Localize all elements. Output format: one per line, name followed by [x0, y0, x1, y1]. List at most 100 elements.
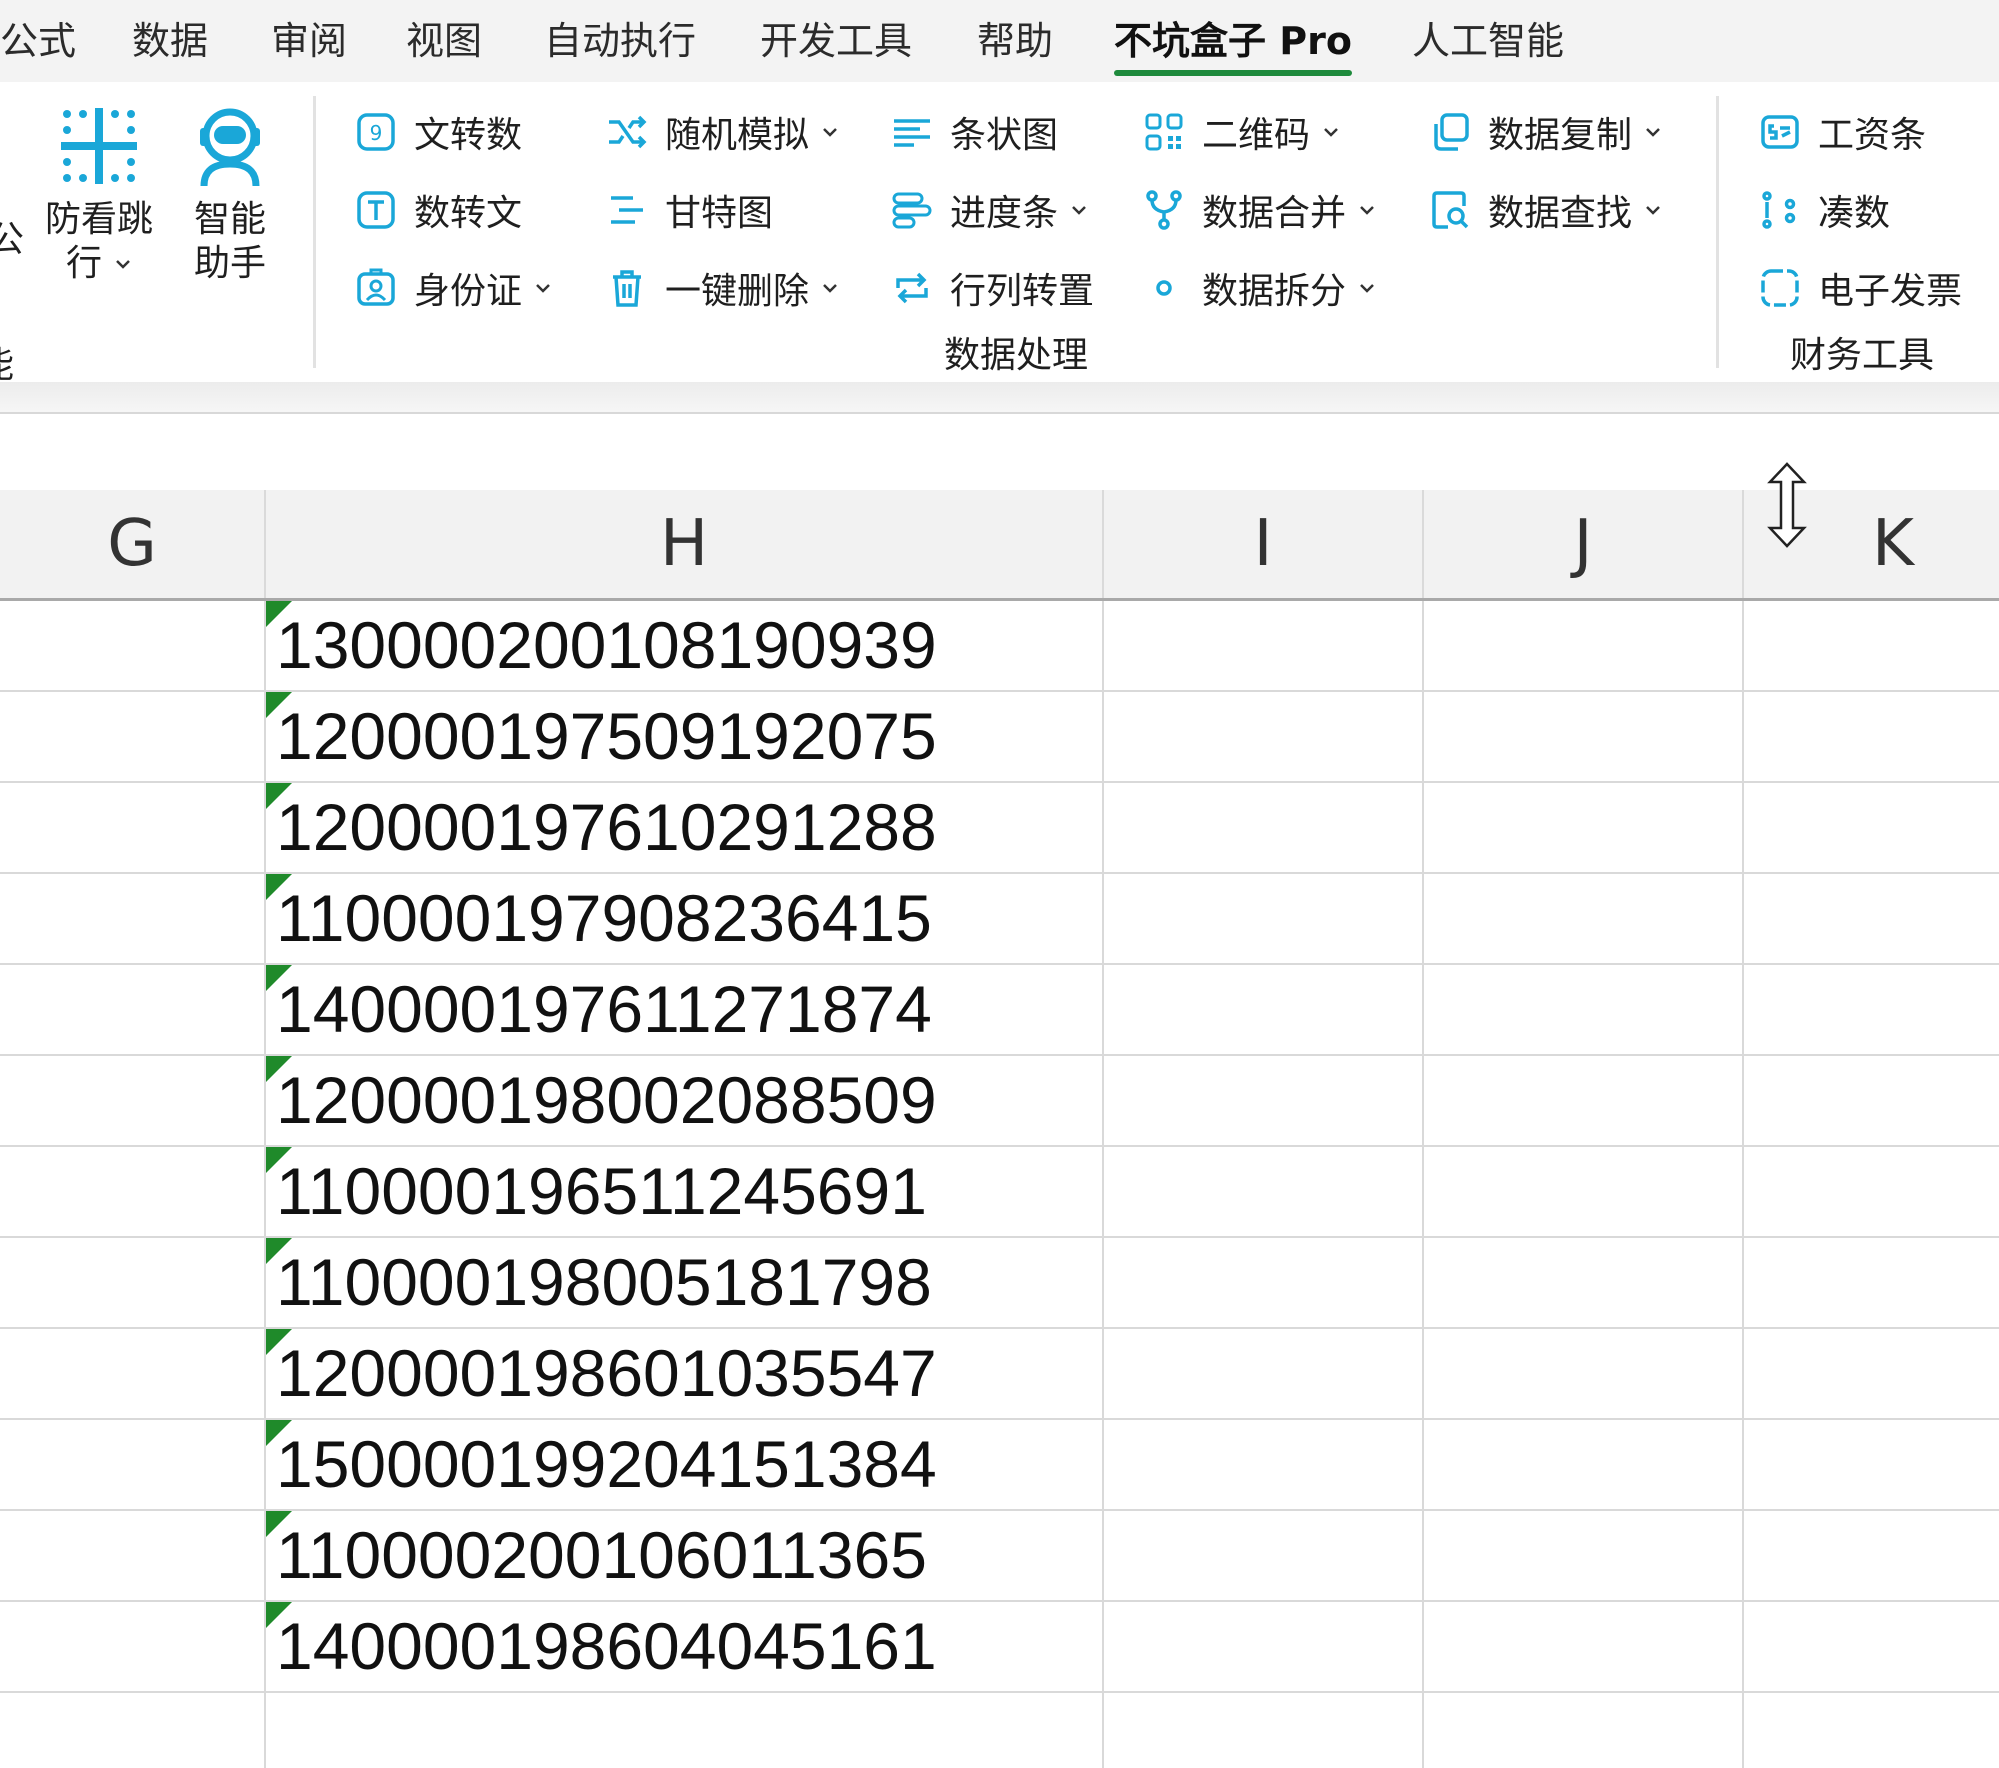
cell-k[interactable]: [1744, 1420, 1999, 1509]
cell-j[interactable]: [1424, 783, 1744, 872]
cell-h[interactable]: 110000196511245691: [266, 1147, 1104, 1236]
cell-j[interactable]: [1424, 1602, 1744, 1691]
data-lookup-button[interactable]: 数据查找: [1428, 182, 1662, 238]
cell-g[interactable]: [0, 1511, 266, 1600]
column-header-j[interactable]: J: [1424, 490, 1744, 598]
column-header-g[interactable]: G: [0, 490, 266, 598]
cell-h[interactable]: 110000197908236415: [266, 874, 1104, 963]
cell-j[interactable]: [1424, 874, 1744, 963]
id-card-button[interactable]: 身份证: [354, 260, 552, 316]
cell-g[interactable]: [0, 692, 266, 781]
tab-view[interactable]: 视图: [406, 14, 482, 68]
cell-j[interactable]: [1424, 965, 1744, 1054]
cell-i[interactable]: [1104, 692, 1424, 781]
cell-h[interactable]: 110000198005181798: [266, 1238, 1104, 1327]
data-merge-button[interactable]: 数据合并: [1142, 182, 1376, 238]
cell-g[interactable]: [0, 1602, 266, 1691]
number-to-text-button[interactable]: 数转文: [354, 182, 522, 238]
cell-g[interactable]: [0, 874, 266, 963]
cell-g[interactable]: [0, 1238, 266, 1327]
cell-h[interactable]: 150000199204151384: [266, 1420, 1104, 1509]
text-to-number-button[interactable]: 9 文转数: [354, 104, 522, 160]
cell-h[interactable]: 120000198002088509: [266, 1056, 1104, 1145]
cell-k[interactable]: [1744, 1056, 1999, 1145]
cell-j[interactable]: [1424, 1511, 1744, 1600]
cell-j[interactable]: [1424, 1238, 1744, 1327]
cell-i[interactable]: [1104, 601, 1424, 690]
cell-i[interactable]: [1104, 1602, 1424, 1691]
column-header-i[interactable]: I: [1104, 490, 1424, 598]
cell-k[interactable]: [1744, 874, 1999, 963]
formula-bar-area[interactable]: [0, 412, 1999, 492]
cell-g[interactable]: [0, 1420, 266, 1509]
cell-i[interactable]: [1104, 1420, 1424, 1509]
anti-skip-row-button[interactable]: 防看跳 行: [40, 106, 158, 286]
cell-h[interactable]: 120000197610291288: [266, 783, 1104, 872]
cell-k[interactable]: [1744, 601, 1999, 690]
cell-h[interactable]: 140000198604045161: [266, 1602, 1104, 1691]
tab-formulas[interactable]: 公式: [0, 14, 76, 68]
column-header-h[interactable]: H: [266, 490, 1104, 598]
tab-bukeng-box-pro[interactable]: 不坑盒子 Pro: [1114, 14, 1352, 76]
cell-k[interactable]: [1744, 692, 1999, 781]
qr-code-button[interactable]: 二维码: [1142, 104, 1340, 160]
cell-h[interactable]: 120000198601035547: [266, 1329, 1104, 1418]
cell-k[interactable]: [1744, 1693, 1999, 1768]
cell-g[interactable]: [0, 783, 266, 872]
cell-j[interactable]: [1424, 1329, 1744, 1418]
data-split-button[interactable]: 数据拆分: [1142, 260, 1376, 316]
one-click-delete-button[interactable]: 一键删除: [605, 260, 839, 316]
cell-i[interactable]: [1104, 965, 1424, 1054]
cell-h[interactable]: 140000197611271874: [266, 965, 1104, 1054]
e-invoice-button[interactable]: 电子发票: [1758, 260, 1962, 316]
cell-i[interactable]: [1104, 1147, 1424, 1236]
tab-review[interactable]: 审阅: [271, 14, 347, 68]
cell-h[interactable]: 130000200108190939: [266, 601, 1104, 690]
ai-assistant-button[interactable]: 智能 助手: [180, 106, 280, 286]
cell-i[interactable]: [1104, 1693, 1424, 1768]
cell-k[interactable]: [1744, 1147, 1999, 1236]
tab-automate[interactable]: 自动执行: [544, 14, 696, 68]
cell-i[interactable]: [1104, 783, 1424, 872]
cell-j[interactable]: [1424, 1147, 1744, 1236]
ai-assistant-label-2: 助手: [193, 243, 266, 284]
anti-skip-row-label-2: 行: [66, 242, 132, 286]
tab-help[interactable]: 帮助: [977, 14, 1053, 68]
data-copy-button[interactable]: 数据复制: [1428, 104, 1662, 160]
cell-g[interactable]: [0, 1056, 266, 1145]
cell-h[interactable]: 120000197509192075: [266, 692, 1104, 781]
cell-h[interactable]: [266, 1693, 1104, 1768]
bar-chart-button[interactable]: 条状图: [890, 104, 1058, 160]
cell-g[interactable]: [0, 601, 266, 690]
cell-i[interactable]: [1104, 874, 1424, 963]
cell-j[interactable]: [1424, 1693, 1744, 1768]
cell-g[interactable]: [0, 1329, 266, 1418]
random-simulate-button[interactable]: 随机模拟: [605, 104, 839, 160]
tab-developer[interactable]: 开发工具: [760, 14, 912, 68]
cell-i[interactable]: [1104, 1511, 1424, 1600]
progress-bar-button[interactable]: 进度条: [890, 182, 1088, 238]
cell-j[interactable]: [1424, 601, 1744, 690]
payslip-button[interactable]: 工资条: [1758, 104, 1926, 160]
transpose-button[interactable]: 行列转置: [890, 260, 1094, 316]
cell-j[interactable]: [1424, 692, 1744, 781]
tab-ai[interactable]: 人工智能: [1412, 14, 1564, 68]
cell-k[interactable]: [1744, 783, 1999, 872]
cell-j[interactable]: [1424, 1420, 1744, 1509]
cell-k[interactable]: [1744, 1511, 1999, 1600]
cell-i[interactable]: [1104, 1329, 1424, 1418]
cell-k[interactable]: [1744, 965, 1999, 1054]
cell-i[interactable]: [1104, 1238, 1424, 1327]
cell-k[interactable]: [1744, 1329, 1999, 1418]
cell-g[interactable]: [0, 965, 266, 1054]
make-up-sum-button[interactable]: 凑数: [1758, 182, 1890, 238]
cell-k[interactable]: [1744, 1602, 1999, 1691]
cell-g[interactable]: [0, 1693, 266, 1768]
cell-g[interactable]: [0, 1147, 266, 1236]
cell-j[interactable]: [1424, 1056, 1744, 1145]
gantt-chart-button[interactable]: 甘特图: [605, 182, 773, 238]
cell-i[interactable]: [1104, 1056, 1424, 1145]
tab-data[interactable]: 数据: [132, 14, 208, 68]
cell-k[interactable]: [1744, 1238, 1999, 1327]
cell-h[interactable]: 110000200106011365: [266, 1511, 1104, 1600]
